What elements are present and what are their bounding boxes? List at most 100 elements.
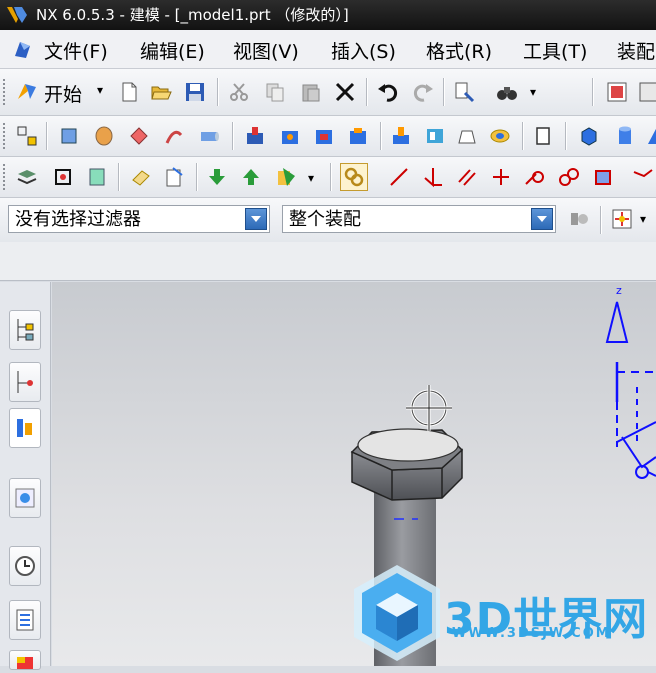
toolbar-separator — [522, 122, 524, 150]
menu-edit[interactable]: 编辑(E) — [140, 37, 205, 64]
toolbar-grip[interactable] — [3, 79, 9, 105]
toolbar-separator — [196, 163, 198, 191]
axis-icon[interactable] — [422, 166, 444, 188]
undo-icon[interactable] — [377, 81, 399, 103]
menu-file[interactable]: 文件(F) — [44, 37, 108, 64]
cut-icon[interactable] — [228, 81, 250, 103]
chevron-down-icon[interactable]: ▾ — [640, 212, 646, 226]
cylinder-icon[interactable] — [198, 125, 220, 147]
cylinder-solid-icon[interactable] — [614, 125, 636, 147]
layer-icon[interactable] — [16, 166, 38, 188]
constraint-tree-icon — [17, 371, 33, 393]
selection-filter-value: 没有选择过滤器 — [15, 209, 141, 230]
perpendicular-icon[interactable] — [490, 166, 512, 188]
circles-icon[interactable] — [558, 166, 580, 188]
toolbar-grip[interactable] — [3, 123, 9, 149]
palette-tab[interactable] — [9, 650, 41, 670]
sweep-icon[interactable] — [128, 125, 150, 147]
block-icon[interactable] — [578, 125, 600, 147]
point-set-icon[interactable] — [52, 166, 74, 188]
start-button[interactable]: 开始 — [44, 80, 82, 107]
toolbar-separator — [217, 78, 219, 106]
new-file-icon[interactable] — [118, 81, 140, 103]
menu-assemblies[interactable]: 装配 — [617, 37, 655, 64]
part-navigator-icon — [17, 419, 32, 437]
parallel-lines-icon[interactable] — [456, 166, 478, 188]
start-icon — [18, 84, 36, 99]
snap-point-icon[interactable] — [611, 208, 633, 230]
properties-icon[interactable] — [453, 81, 475, 103]
render-icon[interactable] — [606, 81, 628, 103]
boss-icon[interactable] — [279, 125, 301, 147]
revolve-icon[interactable] — [93, 125, 115, 147]
assembly-filter-icon[interactable] — [568, 208, 590, 230]
chevron-down-icon[interactable]: ▾ — [97, 83, 103, 97]
menu-view[interactable]: 视图(V) — [233, 37, 299, 64]
system-materials-tab[interactable] — [9, 600, 41, 640]
tube-icon[interactable] — [163, 125, 185, 147]
toolbar-separator — [600, 206, 602, 234]
snap-toggle[interactable] — [340, 163, 368, 191]
intersect-icon[interactable] — [456, 125, 478, 147]
toolbar-separator — [118, 163, 120, 191]
cone-icon[interactable] — [646, 125, 656, 147]
window-icon[interactable] — [638, 81, 656, 103]
delete-icon[interactable] — [334, 81, 356, 103]
toolbar-separator — [366, 78, 368, 106]
box-frame-icon[interactable] — [592, 166, 614, 188]
toolbar-separator — [565, 122, 567, 150]
tree-icon — [17, 319, 34, 341]
wcs-triad — [605, 301, 656, 479]
line-icon[interactable] — [388, 166, 410, 188]
selection-filter-dropdown[interactable]: 没有选择过滤器 — [8, 205, 270, 233]
assembly-navigator-tab[interactable] — [9, 310, 41, 350]
constraint-navigator-tab[interactable] — [9, 362, 41, 402]
sketch-icon[interactable] — [16, 125, 38, 147]
toolbar-separator — [443, 78, 445, 106]
chevron-down-icon[interactable]: ▾ — [530, 85, 536, 99]
menu-insert[interactable]: 插入(S) — [331, 37, 396, 64]
toolbar-grip[interactable] — [3, 164, 9, 190]
move-up-icon[interactable] — [240, 166, 262, 188]
extrude-icon[interactable] — [58, 125, 80, 147]
menu-format[interactable]: 格式(R) — [426, 37, 492, 64]
hole-icon[interactable] — [244, 125, 266, 147]
title-bar: NX 6.0.5.3 - 建模 - [_model1.prt （修改的）] — [0, 0, 656, 30]
clipboard-icon[interactable] — [163, 166, 185, 188]
stack-icon[interactable] — [86, 166, 108, 188]
feature-toolbar — [0, 116, 656, 157]
curve-toolbar: ▾ — [0, 157, 656, 198]
history-tab[interactable] — [9, 546, 41, 586]
subtract-icon[interactable] — [424, 125, 446, 147]
datum-plane-icon[interactable] — [533, 125, 555, 147]
web-browser-tab[interactable] — [9, 478, 41, 518]
paste-icon[interactable] — [300, 81, 322, 103]
pad-icon[interactable] — [347, 125, 369, 147]
tangent-arc-icon[interactable] — [524, 166, 546, 188]
transform-icon[interactable] — [275, 166, 297, 188]
move-down-icon[interactable] — [206, 166, 228, 188]
toolbar-separator — [330, 163, 332, 191]
chevron-down-icon[interactable]: ▾ — [308, 171, 314, 185]
chevron-down-icon[interactable] — [245, 208, 267, 230]
unite-icon[interactable] — [390, 125, 412, 147]
redo-icon[interactable] — [412, 81, 434, 103]
toolbar-separator — [232, 122, 234, 150]
open-folder-icon[interactable] — [150, 81, 172, 103]
scope-dropdown[interactable]: 整个装配 — [282, 205, 556, 233]
menu-tools[interactable]: 工具(T) — [523, 37, 587, 64]
globe-icon — [15, 488, 35, 508]
edge-blend-icon[interactable] — [489, 125, 511, 147]
binoculars-icon[interactable] — [496, 81, 518, 103]
pocket-icon[interactable] — [313, 125, 335, 147]
eraser-icon[interactable] — [130, 166, 152, 188]
standard-toolbar: 开始 ▾ ▾ — [0, 69, 656, 116]
curve-icon[interactable] — [632, 166, 654, 188]
chevron-down-icon[interactable] — [531, 208, 553, 230]
scope-value: 整个装配 — [289, 209, 361, 230]
copy-icon[interactable] — [264, 81, 286, 103]
part-navigator-tab[interactable] — [9, 408, 41, 448]
save-icon[interactable] — [184, 81, 206, 103]
menu-grip-icon — [15, 42, 30, 58]
watermark-url: WWW.3DSJW.COM — [452, 626, 611, 641]
